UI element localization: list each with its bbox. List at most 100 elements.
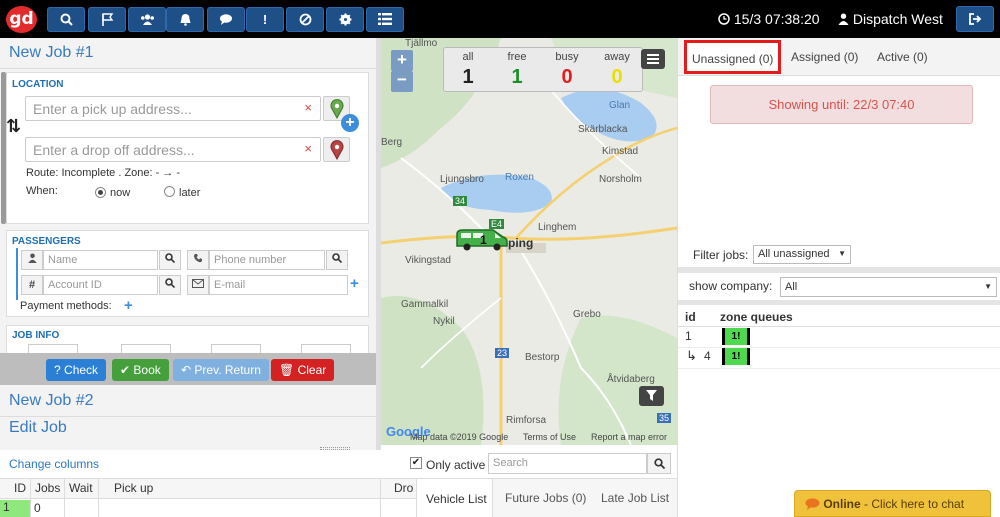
filter-jobs-select[interactable]: All unassigned ▼	[753, 245, 851, 264]
block-nav-button[interactable]	[286, 7, 324, 32]
map-view[interactable]: + − all 1 free 1 busy 0 away 0 Tjällmo G…	[381, 38, 677, 445]
tab-late-job-list[interactable]: Late Job List	[601, 491, 669, 505]
place-ljungsbro: Ljungsbro	[440, 174, 484, 185]
location-drag-handle[interactable]	[1, 72, 6, 224]
users-nav-button[interactable]	[128, 7, 166, 32]
new-job-2-title[interactable]: New Job #2	[9, 392, 94, 410]
check-button[interactable]: ? Check	[46, 359, 107, 381]
tab-future-jobs[interactable]: Future Jobs (0)	[505, 491, 586, 505]
prev-return-label: Prev. Return	[194, 363, 261, 377]
place-bestorp: Bestorp	[525, 352, 560, 363]
edit-job-title[interactable]: Edit Job	[9, 419, 67, 437]
account-search-button[interactable]	[159, 275, 181, 295]
row-jobs: 0	[34, 501, 41, 515]
new-job-1-title[interactable]: New Job #1	[9, 44, 94, 62]
zone-row[interactable]: ↳ 4 1!	[678, 348, 1000, 366]
name-search-button[interactable]	[159, 250, 181, 270]
resize-handle[interactable]	[320, 447, 350, 450]
tab-vehicle-list[interactable]: Vehicle List	[416, 478, 493, 517]
dropoff-pin-button[interactable]	[323, 137, 350, 162]
settings-nav-button[interactable]	[326, 7, 364, 32]
zone-queue-badge[interactable]: 1!	[722, 328, 750, 345]
email-input[interactable]: E-mail	[209, 275, 348, 295]
clear-pickup-icon[interactable]: ×	[304, 100, 312, 115]
name-input[interactable]: Name	[43, 250, 158, 270]
col-drop[interactable]: Drop	[394, 481, 414, 495]
bell-nav-button[interactable]	[166, 7, 204, 32]
app-logo[interactable]: gd	[6, 6, 37, 33]
vehicle-marker[interactable]: 1	[455, 228, 509, 252]
chat-online-status: Online	[823, 497, 861, 511]
add-payment-icon[interactable]: +	[124, 297, 133, 314]
when-later-label: later	[179, 187, 201, 199]
pickup-address-input[interactable]: Enter a pick up address... ×	[25, 96, 321, 121]
phone-field-icon	[187, 250, 209, 270]
col-wait[interactable]: Wait	[69, 481, 93, 495]
add-stop-icon[interactable]: +	[341, 114, 359, 132]
prev-return-button[interactable]: ↶ Prev. Return	[173, 359, 269, 381]
dispatcher-menu[interactable]: Dispatch West	[838, 11, 943, 27]
zone-row-id: 1	[685, 329, 692, 343]
map-report-link[interactable]: Report a map error	[591, 432, 667, 442]
user-icon	[27, 253, 37, 263]
route-info: Route: Incomplete . Zone: - → -	[26, 167, 180, 179]
tab-active[interactable]: Active (0)	[877, 50, 928, 64]
col-id[interactable]: ID	[14, 481, 26, 495]
zone-row[interactable]: 1 1!	[678, 328, 1000, 346]
route-destination: -	[176, 167, 181, 179]
clear-dropoff-icon[interactable]: ×	[304, 141, 312, 156]
only-active-checkbox[interactable]: ✔	[410, 457, 422, 469]
vehicle-search-button[interactable]	[647, 453, 671, 474]
when-now-label: now	[110, 187, 131, 199]
when-now-radio[interactable]	[95, 187, 106, 198]
chat-widget-button[interactable]: Online - Click here to chat	[794, 490, 991, 517]
dropoff-pin-icon	[330, 140, 343, 161]
section-divider	[678, 300, 1000, 305]
place-skarblacka: Skärblacka	[578, 124, 628, 135]
zone-queue-badge[interactable]: 1!	[722, 348, 750, 365]
pickup-pin-icon	[330, 99, 343, 120]
chevron-down-icon: ▼	[838, 249, 846, 258]
list-nav-button[interactable]	[366, 7, 404, 32]
dropoff-address-input[interactable]: Enter a drop off address... ×	[25, 137, 321, 162]
zoom-in-button[interactable]: +	[391, 50, 413, 71]
col-pickup[interactable]: Pick up	[114, 481, 153, 495]
add-email-icon[interactable]: +	[350, 275, 359, 292]
tab-assigned[interactable]: Assigned (0)	[791, 50, 858, 64]
account-id-input[interactable]: Account ID	[43, 275, 158, 295]
alert-nav-button[interactable]: !	[246, 7, 284, 32]
place-berg: Berg	[381, 137, 403, 148]
company-value: All	[785, 281, 798, 293]
phone-search-button[interactable]	[326, 250, 348, 270]
change-columns-link[interactable]: Change columns	[9, 457, 99, 471]
map-menu-button[interactable]	[641, 49, 665, 69]
place-glan: Glan	[609, 100, 631, 111]
map-data-credit: Map data ©2019 Google	[410, 432, 509, 442]
phone-input[interactable]: Phone number	[209, 250, 325, 270]
search-icon	[60, 13, 73, 26]
clear-button[interactable]: 🗑 Clear	[271, 359, 335, 381]
place-tjallmo: Tjällmo	[405, 38, 438, 49]
section-divider	[678, 267, 1000, 273]
tab-unassigned[interactable]: Unassigned (0)	[684, 40, 781, 74]
vehicle-search-input[interactable]: Search	[488, 453, 647, 474]
busy-count: 0	[561, 66, 573, 88]
map-filter-button[interactable]	[639, 386, 664, 406]
col-jobs[interactable]: Jobs	[35, 481, 60, 495]
location-heading: LOCATION	[12, 79, 64, 90]
search-icon	[332, 253, 343, 264]
flag-nav-button[interactable]	[88, 7, 126, 32]
when-later-radio[interactable]	[164, 186, 175, 197]
place-linghem: Linghem	[538, 222, 577, 233]
search-nav-button[interactable]	[47, 7, 85, 32]
logout-button[interactable]	[956, 6, 994, 32]
swap-addresses-icon[interactable]: ⇅	[6, 116, 21, 137]
table-row[interactable]: 1 0	[0, 500, 416, 517]
chat-nav-button[interactable]	[207, 7, 245, 32]
map-terms-link[interactable]: Terms of Use	[523, 432, 576, 442]
place-gammalkil: Gammalkil	[401, 299, 449, 310]
company-select[interactable]: All ▼	[780, 277, 997, 297]
book-button[interactable]: ✔ Book	[112, 359, 169, 381]
zoom-out-button[interactable]: −	[391, 71, 413, 92]
road-34-sign: 34	[453, 196, 468, 206]
